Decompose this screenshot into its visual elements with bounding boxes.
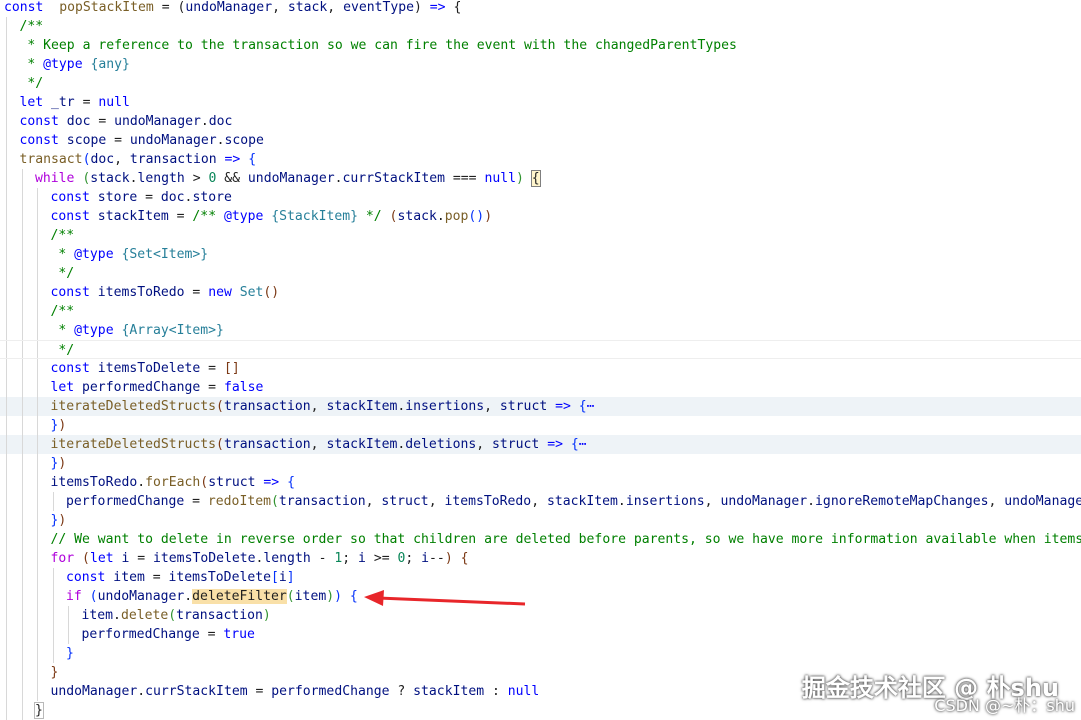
arrow-shaft xyxy=(378,598,525,604)
watermark-sub: CSDN @~朴：shu xyxy=(934,692,1075,716)
arrow-head xyxy=(364,590,384,606)
red-arrow-annotation xyxy=(0,0,1081,718)
